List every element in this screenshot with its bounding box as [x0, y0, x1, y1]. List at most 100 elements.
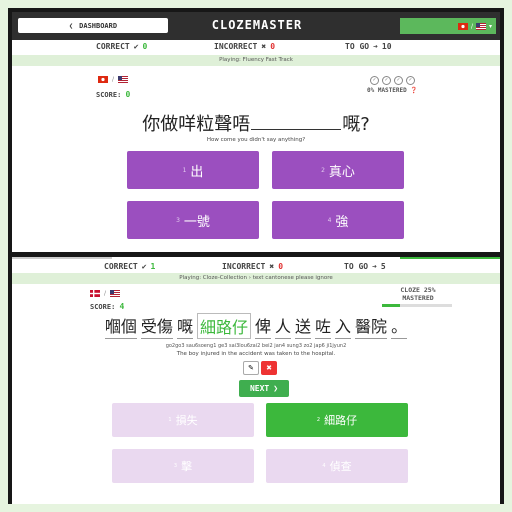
choice-button-2[interactable]: 2 真心 — [272, 151, 404, 189]
to-go-label: TO GO — [345, 42, 370, 51]
dashboard-label: DASHBOARD — [79, 21, 118, 30]
choice-button-3[interactable]: 3 擊 — [112, 449, 254, 483]
close-icon: ✖ — [266, 364, 272, 372]
score: SCORE: 4 — [90, 302, 124, 311]
cloze-sentence: 你做咩粒聲唔 嘅? — [12, 110, 500, 136]
choice-button-2[interactable]: 2 細路仔 — [266, 403, 408, 437]
correct-count: 1 — [150, 262, 156, 271]
sentence-after: 嘅? — [342, 114, 370, 135]
correct-stat: CORRECT ✔ 0 — [96, 42, 147, 51]
check-circle-icon: ✓ — [369, 76, 379, 85]
cloze-percent: CLOZE 25% — [400, 286, 436, 294]
choice-button-3[interactable]: 3 一號 — [127, 201, 259, 239]
sentence-word[interactable]: 俾 — [254, 313, 271, 339]
chevron-left-icon: ❮ — [68, 21, 74, 30]
chevron-right-icon: ❯ — [273, 384, 279, 393]
choice-text: 強 — [335, 214, 349, 230]
playing-label: Playing: Cloze-Collection › text cantone… — [12, 273, 500, 284]
slash-separator: / — [104, 290, 107, 297]
sentence-word[interactable]: 醫院 — [355, 313, 388, 339]
choice-text: 一號 — [183, 214, 210, 230]
choice-text: 細路仔 — [324, 414, 358, 427]
choice-number: 2 — [316, 417, 321, 423]
app-frame: ❮ DASHBOARD CLOZEMASTER / ▾ CORRECT ✔ 0 … — [8, 8, 504, 504]
incorrect-count: 0 — [278, 262, 284, 271]
mastery-progress-bar — [382, 304, 452, 307]
next-button[interactable]: NEXT ❯ — [239, 380, 289, 397]
arrow-right-icon: ➔ — [373, 42, 378, 51]
choice-text: 真心 — [328, 164, 355, 180]
choice-button-1[interactable]: 1 出 — [127, 151, 259, 189]
correct-label: CORRECT — [96, 42, 130, 51]
correct-label: CORRECT — [104, 262, 138, 271]
check-circle-icon: ✓ — [393, 76, 403, 85]
choice-number: 3 — [176, 216, 180, 224]
sentence-word[interactable]: 咗 — [315, 313, 332, 339]
arrow-right-icon: ➔ — [372, 262, 377, 271]
sentence-word[interactable]: 人 — [274, 313, 291, 339]
delete-button[interactable]: ✖ — [261, 361, 277, 375]
check-icon: ✔ — [141, 262, 147, 271]
mastery-progress-fill — [382, 304, 400, 307]
incorrect-label: INCORRECT — [222, 262, 266, 271]
dashboard-button[interactable]: ❮ DASHBOARD — [18, 18, 168, 33]
sentence-word[interactable]: 。 — [391, 313, 408, 339]
choice-number: 1 — [182, 166, 187, 174]
chevron-down-icon: ▾ — [488, 22, 492, 30]
sentence-word[interactable]: 送 — [295, 313, 312, 339]
app-logo: CLOZEMASTER — [211, 18, 303, 32]
help-icon[interactable]: ❓ — [410, 87, 417, 94]
to-go-count: 10 — [381, 42, 392, 51]
choice-number: 2 — [321, 166, 325, 174]
stats-bar: CORRECT ✔ 0 INCORRECT ✖ 0 TO GO ➔ 10 — [12, 40, 500, 54]
quiz-panel-2: CORRECT ✔ 1 INCORRECT ✖ 0 TO GO ➔ 5 Play… — [12, 257, 500, 504]
choice-text: 偵查 — [329, 460, 352, 473]
top-progress-right — [400, 257, 500, 259]
to-go-stat: TO GO ➔ 10 — [345, 42, 392, 51]
check-circle-icon: ✓ — [381, 76, 391, 85]
choice-text: 出 — [190, 164, 204, 180]
score-value: 0 — [125, 90, 131, 99]
choice-button-4[interactable]: 4 偵查 — [266, 449, 408, 483]
language-selector[interactable]: / ▾ — [400, 18, 496, 34]
mastery-circles: ✓ ✓ ✓ ✓ — [369, 76, 415, 85]
sentence-word[interactable]: 入 — [335, 313, 352, 339]
score-label: SCORE: — [90, 303, 116, 311]
stats-bar: CORRECT ✔ 1 INCORRECT ✖ 0 TO GO ➔ 5 — [12, 260, 500, 274]
sentence-word[interactable]: 受傷 — [140, 313, 173, 339]
incorrect-count: 0 — [270, 42, 276, 51]
sentence-before: 你做咩粒聲唔 — [142, 114, 251, 135]
check-icon: ✔ — [133, 42, 139, 51]
next-label: NEXT — [249, 384, 270, 393]
choice-number: 4 — [327, 216, 332, 224]
choice-button-1[interactable]: 1 損失 — [112, 403, 254, 437]
correct-count: 0 — [142, 42, 148, 51]
x-icon: ✖ — [269, 262, 275, 271]
us-flag-icon — [110, 290, 121, 297]
to-go-stat: TO GO ➔ 5 — [344, 262, 386, 271]
answer-blank[interactable] — [251, 113, 342, 130]
mastered-value: 0% MASTERED — [367, 87, 407, 94]
language-flags: / — [98, 76, 129, 83]
choice-button-4[interactable]: 4 強 — [272, 201, 404, 239]
translation: How come you didn't say anything? — [206, 137, 306, 143]
mastered-label: MASTERED — [402, 294, 434, 302]
mastery-indicator: ✓ ✓ ✓ ✓ 0% MASTERED ❓ — [367, 76, 418, 94]
answer-word[interactable]: 細路仔 — [196, 313, 251, 339]
to-go-label: TO GO — [344, 262, 369, 271]
to-go-count: 5 — [380, 262, 386, 271]
hk-flag-icon — [98, 76, 108, 83]
us-flag-icon — [118, 76, 129, 83]
edit-button[interactable]: ✎ — [243, 361, 259, 375]
slash-separator: / — [112, 76, 115, 83]
top-progress-left — [12, 257, 112, 259]
top-nav: ❮ DASHBOARD CLOZEMASTER / ▾ — [12, 12, 500, 40]
language-flags: / — [90, 290, 121, 297]
sentence-word[interactable]: 嘅 — [176, 313, 193, 339]
playing-label: Playing: Fluency Fast Track — [12, 55, 500, 66]
sentence-word[interactable]: 嗰個 — [104, 313, 137, 339]
dk-flag-icon — [90, 290, 100, 297]
choice-number: 4 — [322, 463, 326, 469]
score: SCORE: 0 — [96, 90, 130, 99]
score-label: SCORE: — [96, 91, 122, 99]
